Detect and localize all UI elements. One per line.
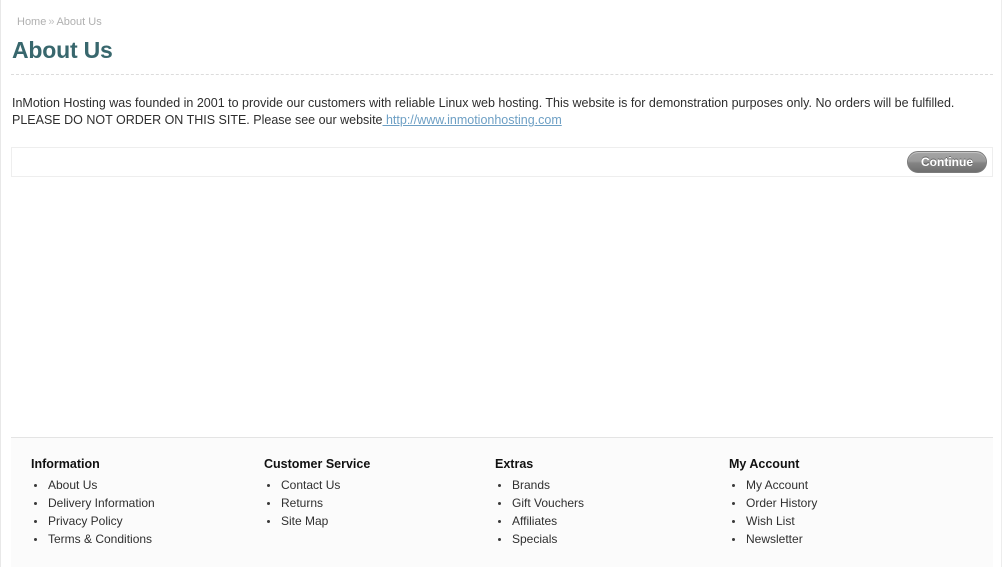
footer-heading-customer-service: Customer Service <box>264 457 371 471</box>
footer-link-affiliates[interactable]: Affiliates <box>512 514 557 528</box>
continue-button[interactable]: Continue <box>907 151 987 173</box>
list-item: Returns <box>264 497 483 510</box>
footer-link-terms-conditions[interactable]: Terms & Conditions <box>48 532 152 546</box>
list-item: My Account <box>729 479 955 492</box>
footer-list-extras: Brands Gift Vouchers Affiliates Specials <box>495 479 719 546</box>
breadcrumb-separator: » <box>48 16 55 28</box>
list-item: Wish List <box>729 515 955 528</box>
empty-content-area <box>11 177 993 435</box>
footer-link-my-account[interactable]: My Account <box>746 478 808 492</box>
footer-list-customer-service: Contact Us Returns Site Map <box>264 479 483 528</box>
list-item: Newsletter <box>729 533 955 546</box>
footer-heading-my-account: My Account <box>729 457 800 471</box>
footer-link-privacy-policy[interactable]: Privacy Policy <box>48 514 123 528</box>
about-paragraph-line-1: InMotion Hosting was founded in 2001 to … <box>12 96 955 110</box>
inmotionhosting-link[interactable]: http://www.inmotionhosting.com <box>383 113 562 127</box>
footer-list-my-account: My Account Order History Wish List Newsl… <box>729 479 955 546</box>
footer-link-specials[interactable]: Specials <box>512 532 557 546</box>
footer-link-returns[interactable]: Returns <box>281 496 323 510</box>
breadcrumb-item-about-us[interactable]: About Us <box>56 16 101 28</box>
list-item: Brands <box>495 479 719 492</box>
footer-link-wish-list[interactable]: Wish List <box>746 514 795 528</box>
breadcrumb-item-home[interactable]: Home <box>17 16 46 28</box>
list-item: Terms & Conditions <box>31 533 247 546</box>
list-item: Contact Us <box>264 479 483 492</box>
footer-link-delivery-information[interactable]: Delivery Information <box>48 496 155 510</box>
list-item: Gift Vouchers <box>495 497 719 510</box>
footer-column-customer-service: Customer Service Contact Us Returns Site… <box>247 457 483 551</box>
footer-link-newsletter[interactable]: Newsletter <box>746 532 803 546</box>
list-item: Affiliates <box>495 515 719 528</box>
footer-link-gift-vouchers[interactable]: Gift Vouchers <box>512 496 584 510</box>
footer-heading-information: Information <box>31 457 100 471</box>
list-item: Delivery Information <box>31 497 247 510</box>
list-item: Privacy Policy <box>31 515 247 528</box>
list-item: Order History <box>729 497 955 510</box>
list-item: Specials <box>495 533 719 546</box>
footer-column-information: Information About Us Delivery Informatio… <box>11 457 247 551</box>
list-item: Site Map <box>264 515 483 528</box>
footer-link-about-us[interactable]: About Us <box>48 478 97 492</box>
breadcrumb: Home» About Us <box>11 0 993 29</box>
footer-link-site-map[interactable]: Site Map <box>281 514 328 528</box>
about-us-content: InMotion Hosting was founded in 2001 to … <box>11 75 993 129</box>
footer-link-order-history[interactable]: Order History <box>746 496 817 510</box>
about-paragraph-line-2: PLEASE DO NOT ORDER ON THIS SITE. Please… <box>12 113 383 127</box>
footer-list-information: About Us Delivery Information Privacy Po… <box>31 479 247 546</box>
footer-column-my-account: My Account My Account Order History Wish… <box>719 457 955 551</box>
footer-columns: Information About Us Delivery Informatio… <box>11 438 993 551</box>
footer-link-contact-us[interactable]: Contact Us <box>281 478 340 492</box>
footer-link-brands[interactable]: Brands <box>512 478 550 492</box>
site-footer: Information About Us Delivery Informatio… <box>11 437 993 567</box>
footer-column-extras: Extras Brands Gift Vouchers Affiliates S… <box>483 457 719 551</box>
list-item: About Us <box>31 479 247 492</box>
page-title: About Us <box>11 37 993 75</box>
footer-heading-extras: Extras <box>495 457 534 471</box>
form-actions-bar: Continue <box>11 147 993 177</box>
page-frame: Home» About Us About Us InMotion Hosting … <box>0 0 1002 567</box>
